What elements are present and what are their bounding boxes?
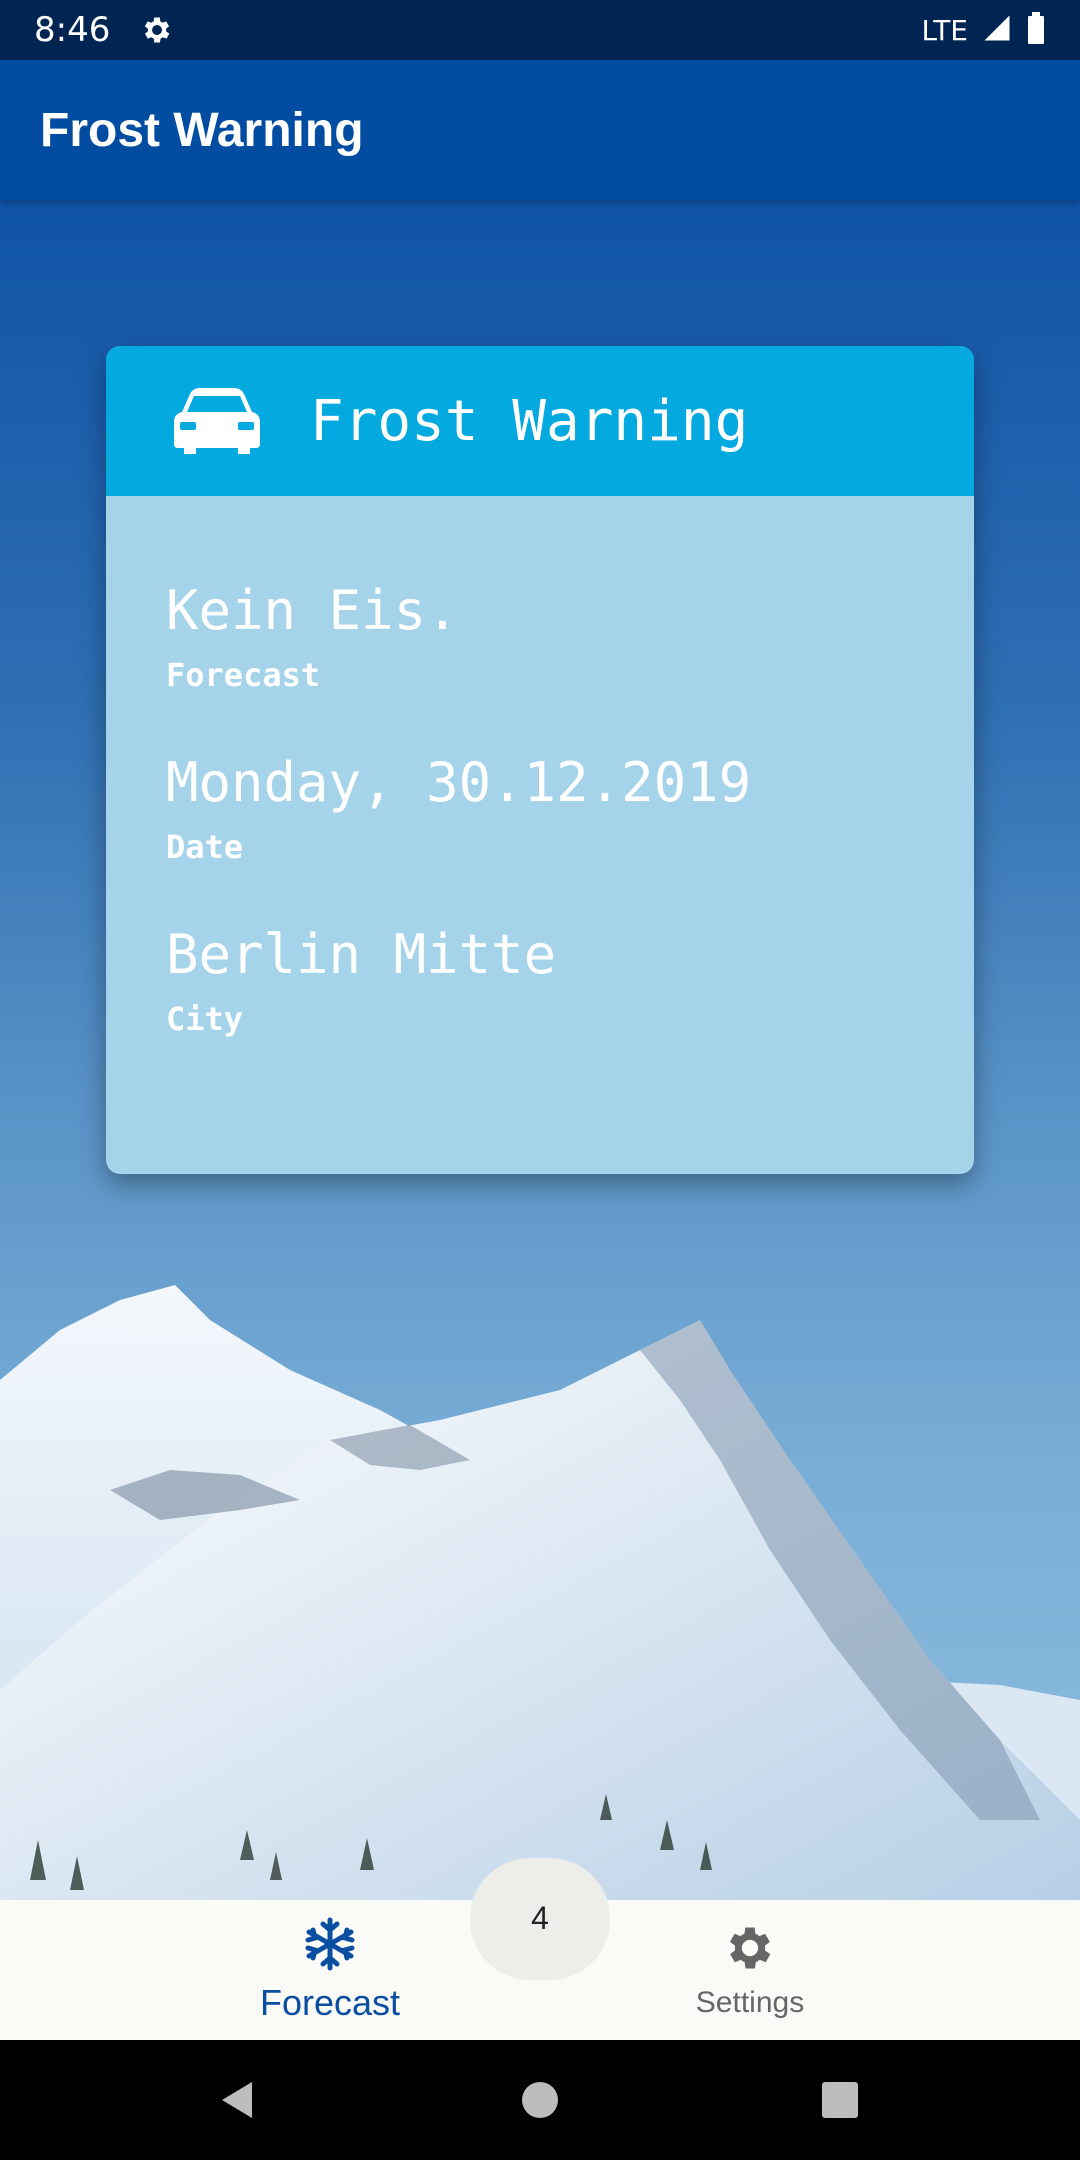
forecast-field: Kein Eis. Forecast: [166, 576, 914, 694]
card-body: Kein Eis. Forecast Monday, 30.12.2019 Da…: [106, 496, 974, 1038]
car-icon: [172, 388, 262, 454]
forecast-label: Forecast: [166, 656, 321, 694]
main-content: Frost Warning Kein Eis. Forecast Monday,…: [0, 200, 1080, 1900]
signal-icon: [982, 13, 1012, 48]
card-title: Frost Warning: [310, 388, 749, 454]
snowflake-icon: [302, 1916, 358, 1972]
nav-label-forecast: Forecast: [259, 1982, 401, 2023]
frost-warning-card: Frost Warning Kein Eis. Forecast Monday,…: [106, 346, 974, 1174]
status-time: 8:46: [34, 10, 111, 50]
app-title: Frost Warning: [40, 103, 364, 157]
nav-label-settings: Settings: [695, 1986, 805, 2019]
forecast-value: Kein Eis.: [166, 579, 459, 642]
city-label: City: [166, 1000, 244, 1038]
battery-icon: [1026, 11, 1046, 49]
nav-item-settings[interactable]: Settings: [600, 1900, 900, 2040]
gear-icon: [140, 13, 174, 47]
date-value: Monday, 30.12.2019: [166, 751, 752, 814]
home-icon[interactable]: [518, 2078, 562, 2122]
status-bar: 8:46 LTE: [0, 0, 1080, 60]
network-label: LTE: [921, 13, 968, 47]
app-bar: Frost Warning: [0, 60, 1080, 200]
recent-apps-icon[interactable]: [818, 2078, 862, 2122]
city-value: Berlin Mitte: [166, 923, 557, 986]
system-navigation-bar: [0, 2040, 1080, 2160]
date-label: Date: [166, 828, 244, 866]
date-field: Monday, 30.12.2019 Date: [166, 748, 914, 866]
nav-item-forecast[interactable]: Forecast: [180, 1900, 480, 2040]
status-indicators: LTE: [921, 11, 1046, 49]
mountain-background-image: [0, 1285, 1080, 1900]
back-icon[interactable]: [216, 2078, 260, 2122]
gear-icon: [722, 1920, 778, 1976]
count-badge[interactable]: 4: [470, 1858, 610, 1980]
card-header: Frost Warning: [106, 346, 974, 496]
city-field: Berlin Mitte City: [166, 920, 914, 1038]
